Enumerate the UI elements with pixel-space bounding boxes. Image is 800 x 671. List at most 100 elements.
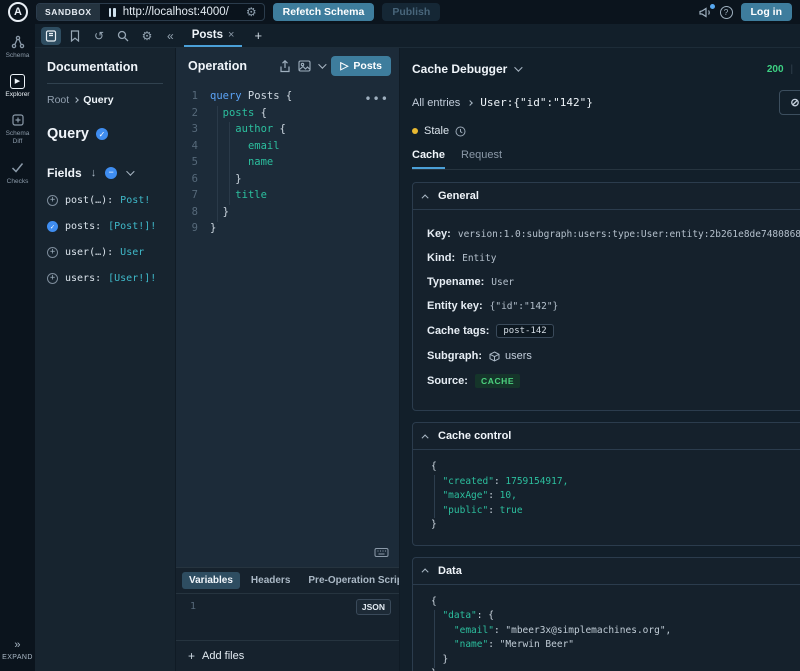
cache-tag-badge[interactable]: post-142 (496, 324, 553, 338)
field-item-user[interactable]: + user(…): User (47, 247, 163, 258)
cache-key-value: version:1.0:subgraph:users:type:User:ent… (458, 229, 800, 240)
field-selected-check-icon[interactable]: ✓ (47, 221, 58, 232)
deselect-all-icon[interactable]: − (105, 167, 117, 179)
schema-diff-icon (10, 112, 26, 128)
history-icon[interactable]: ↺ (89, 27, 109, 45)
bottom-tabs: Variables Headers Pre-Operation Script P… (176, 568, 399, 594)
cache-debugger-panel: Cache Debugger 200 | 26.0ms | 0B (400, 48, 800, 671)
json-line: { (431, 460, 800, 475)
variables-editor[interactable]: 1 JSON (176, 594, 399, 640)
general-row-kind: Kind: Entity (427, 252, 800, 264)
pause-icon[interactable] (109, 8, 116, 17)
sidebar-item-schema[interactable]: Schema (0, 34, 35, 60)
sandbox-badge: SANDBOX (37, 4, 100, 20)
general-section-header[interactable]: General (413, 183, 800, 210)
json-line: "name": "Merwin Beer" (431, 638, 800, 653)
search-icon[interactable] (113, 27, 133, 45)
top-bar: A SANDBOX http://localhost:4000/ ⚙ Refet… (0, 0, 800, 24)
close-tab-icon[interactable]: × (228, 29, 234, 41)
response-view-dropdown[interactable]: Cache Debugger (412, 62, 520, 76)
collapse-panel-icon[interactable]: « (161, 29, 180, 43)
code-line[interactable]: 9} (176, 220, 399, 237)
code-line[interactable]: 4 email (176, 138, 399, 155)
json-line: } (431, 653, 800, 668)
help-icon[interactable]: ? (720, 6, 733, 19)
export-image-icon[interactable] (298, 60, 311, 72)
refetch-schema-button[interactable]: Refetch Schema (273, 3, 375, 21)
sidebar-item-explorer[interactable]: ▶ Explorer (0, 73, 35, 99)
share-icon[interactable] (279, 60, 291, 73)
stale-status: Stale (412, 125, 800, 137)
code-line[interactable]: 7 title (176, 187, 399, 204)
add-field-icon[interactable]: + (47, 273, 58, 284)
json-mode-badge[interactable]: JSON (356, 599, 391, 615)
run-options-chevron-icon[interactable] (318, 60, 326, 68)
settings-gear-icon[interactable]: ⚙ (137, 27, 157, 45)
announcements-megaphone-icon[interactable] (698, 6, 712, 19)
operation-panel: Operation (175, 48, 400, 671)
saved-operations-bookmark-icon[interactable] (65, 27, 85, 45)
json-line: "email": "mbeer3x@simplemachines.org", (431, 624, 800, 639)
general-section: General Key: version:1.0:subgraph:users:… (412, 182, 800, 411)
field-type[interactable]: User (120, 247, 144, 258)
tab-request[interactable]: Request (461, 149, 502, 169)
field-type[interactable]: Post! (120, 195, 150, 206)
login-button[interactable]: Log in (741, 3, 793, 21)
connection-settings-gear-icon[interactable]: ⚙ (239, 5, 264, 19)
field-type[interactable]: [Post!]! (108, 221, 156, 232)
indent-guide (217, 106, 218, 222)
sidebar-expand-button[interactable]: » EXPAND (2, 639, 33, 661)
all-entries-link[interactable]: All entries (412, 97, 460, 109)
field-item-posts[interactable]: ✓ posts: [Post!]! (47, 221, 163, 232)
json-line: } (431, 518, 800, 533)
operation-header: Operation (176, 48, 399, 84)
notification-dot (710, 4, 715, 9)
code-line[interactable]: 5 name (176, 154, 399, 171)
operation-bottom-panel: Variables Headers Pre-Operation Script P… (176, 567, 399, 671)
run-operation-button[interactable]: ▷ Posts (331, 56, 391, 76)
sidebar-item-checks[interactable]: Checks (0, 160, 35, 186)
documentation-panel-icon[interactable] (41, 27, 61, 45)
tab-cache[interactable]: Cache (412, 149, 445, 169)
line-actions-ellipsis-icon[interactable]: ••• (364, 92, 389, 106)
general-row-entity-key: Entity key: {"id":"142"} (427, 300, 800, 312)
new-tab-button[interactable]: + (246, 28, 270, 43)
cache-control-section-header[interactable]: Cache control (413, 423, 800, 450)
invalidate-button[interactable]: ⊘ Invalidate (779, 90, 800, 115)
add-field-icon[interactable]: + (47, 247, 58, 258)
add-files-button[interactable]: + Add files (176, 640, 399, 671)
keyboard-shortcuts-icon[interactable] (374, 547, 389, 561)
explorer-toolbar: ↺ ⚙ « Posts × + (35, 24, 800, 48)
fields-chevron-down-icon[interactable] (126, 167, 134, 175)
endpoint-url[interactable]: http://localhost:4000/ (123, 6, 239, 18)
tab-variables[interactable]: Variables (182, 572, 240, 589)
operation-tab-posts[interactable]: Posts × (184, 24, 243, 47)
apollo-logo[interactable]: A (8, 2, 28, 22)
code-line[interactable]: 3 author { (176, 121, 399, 138)
field-item-users[interactable]: + users: [User!]! (47, 273, 163, 284)
field-type[interactable]: [User!]! (108, 273, 156, 284)
endpoint-url-box[interactable]: SANDBOX http://localhost:4000/ ⚙ (36, 3, 265, 21)
add-field-icon[interactable]: + (47, 195, 58, 206)
tab-headers[interactable]: Headers (244, 572, 297, 589)
operation-editor[interactable]: 1query Posts { 2 posts { 3 author { 4 em… (176, 84, 399, 567)
fields-heading: Fields (47, 166, 82, 180)
code-line[interactable]: 6 } (176, 171, 399, 188)
documentation-title: Documentation (47, 60, 163, 84)
code-line[interactable]: 8 } (176, 204, 399, 221)
publish-button[interactable]: Publish (382, 3, 440, 21)
code-line[interactable]: 2 posts { (176, 105, 399, 122)
breadcrumb-current: Query (83, 94, 113, 106)
sort-arrow-icon[interactable]: ↓ (91, 167, 97, 179)
field-item-post[interactable]: + post(…): Post! (47, 195, 163, 206)
indent-guide (434, 475, 435, 518)
data-section-header[interactable]: Data (413, 558, 800, 585)
subgraph-cube-icon (489, 351, 500, 362)
breadcrumb-root[interactable]: Root (47, 94, 69, 106)
run-icon: ▷ (340, 60, 348, 72)
indent-guide (434, 610, 435, 668)
general-row-subgraph: Subgraph: users (427, 350, 800, 362)
tab-pre-operation-script[interactable]: Pre-Operation Script (301, 572, 399, 589)
sidebar-item-schema-diff[interactable]: Schema Diff (0, 112, 35, 146)
stale-label: Stale (424, 125, 449, 137)
